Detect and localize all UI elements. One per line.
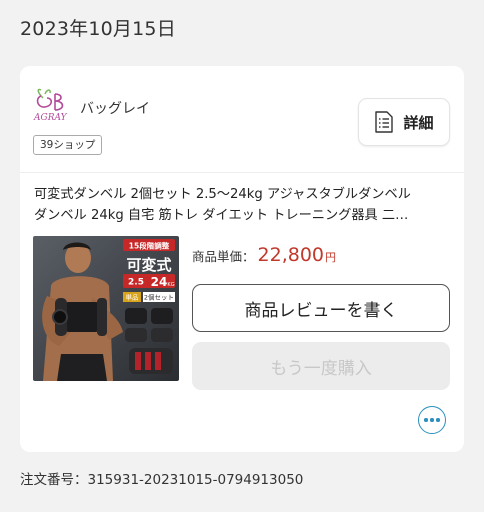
document-icon <box>375 111 394 133</box>
price-value: 22,800 <box>257 244 324 266</box>
shop-tag: 39ショップ <box>33 135 103 155</box>
product-image[interactable]: 15段階調整 可変式 2.5 24 KG 単品 2個セット <box>33 236 179 381</box>
badge-text: 15段階調整 <box>129 241 170 251</box>
write-review-button[interactable]: 商品レビューを書く <box>192 284 450 332</box>
detail-button-label: 詳細 <box>403 113 434 132</box>
order-card: AGRAY バッグレイ 39ショップ 詳細 可変式ダンベル 2個セット 2.5〜… <box>20 66 464 452</box>
range-unit: KG <box>167 282 174 288</box>
shop-logo[interactable]: AGRAY <box>33 88 75 123</box>
logo-wordmark: AGRAY <box>33 113 68 122</box>
more-dot <box>424 418 428 422</box>
product-title-line-1: 可変式ダンベル 2個セット 2.5〜24kg アジャスタブルダンベル <box>34 187 411 202</box>
price-row: 商品単価： 22,800 円 <box>192 244 336 266</box>
shop-name[interactable]: バッグレイ <box>80 98 150 118</box>
more-dot <box>436 418 440 422</box>
price-unit: 円 <box>325 251 336 264</box>
main-caption: 可変式 <box>126 256 171 274</box>
order-date: 2023年10月15日 <box>20 18 176 40</box>
agray-logo-icon: AGRAY <box>33 88 68 123</box>
product-title-line-2: ダンベル 24kg 自宅 筋トレ ダイエット トレーニング器具 二… <box>34 208 409 223</box>
single-label: 単品 <box>126 293 139 302</box>
detail-button[interactable]: 詳細 <box>358 98 450 146</box>
range-high: 24 <box>151 275 168 289</box>
product-title[interactable]: 可変式ダンベル 2個セット 2.5〜24kg アジャスタブルダンベル ダンベル … <box>34 184 450 226</box>
buy-again-button[interactable]: もう一度購入 <box>192 342 450 390</box>
more-dot <box>430 418 434 422</box>
order-number: 注文番号：315931-20231015-0794913050 <box>20 472 304 488</box>
divider <box>20 172 464 173</box>
price-label: 商品単価： <box>192 249 255 264</box>
pair-label: 2個セット <box>144 293 174 302</box>
more-horizontal-icon[interactable] <box>418 406 446 434</box>
dumbbell-product-photo: 15段階調整 可変式 2.5 24 KG 単品 2個セット <box>33 236 179 381</box>
range-low: 2.5 <box>128 278 144 288</box>
